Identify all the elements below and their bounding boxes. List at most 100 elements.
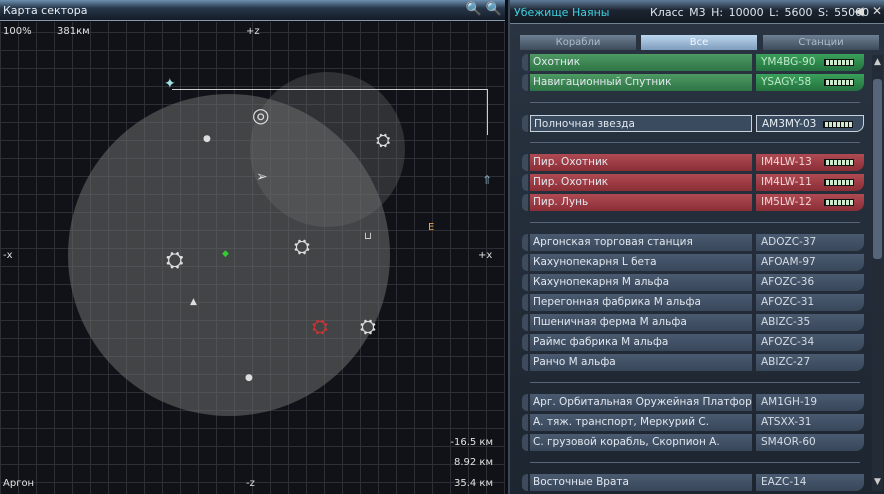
list-item[interactable]: Пир. Лунь IM5LW-12 [522, 194, 866, 211]
list-item[interactable]: А. тяж. транспорт, Меркурий С. ATSXX-31 [522, 414, 866, 431]
object-name: Кахунопекарня M альфа [530, 274, 752, 291]
station-icon[interactable]: ⛭ [166, 250, 184, 272]
object-id: ABIZC-27 [756, 354, 864, 371]
list-item[interactable]: Кахунопекарня M альфа AFOZC-36 [522, 274, 866, 291]
zoom-in-icon[interactable]: 🔍 [465, 1, 483, 19]
object-id: SM4OR-60 [756, 434, 864, 451]
object-list-panel: Убежище Наяны Класс M3 H: 10000 L: 5600 … [508, 0, 884, 494]
hull-status-bar [824, 199, 854, 206]
ship-icon[interactable]: ● [245, 374, 253, 383]
station-icon[interactable]: ⛭ [376, 132, 390, 150]
hull-status-bar [824, 179, 854, 186]
object-name: Охотник [530, 54, 752, 71]
coord-x: -16.5 км [450, 437, 493, 448]
object-id-text: IM5LW-12 [761, 196, 812, 208]
object-id-text: AM3MY-03 [762, 118, 817, 130]
player-ship-icon: ➢ [256, 169, 268, 185]
object-id-text: AFOZC-34 [761, 336, 815, 348]
map-titlebar: Карта сектора 🔍 🔍 [0, 0, 505, 21]
tab-stations[interactable]: Станции [763, 35, 879, 50]
list-item[interactable]: Кахунопекарня L бета AFOAM-97 [522, 254, 866, 271]
list-item[interactable]: С. грузовой корабль, Скорпион А. SM4OR-60 [522, 434, 866, 451]
zoom-out-icon[interactable]: 🔍 [485, 1, 503, 19]
object-name: Пир. Охотник [530, 174, 752, 191]
list-item[interactable]: Восточные Врата EAZC-14 [522, 474, 866, 491]
station-icon[interactable]: ⛭ [294, 236, 310, 256]
gate-marker-icon: ⇑ [482, 173, 493, 187]
object-name: Перегонная фабрика M альфа [530, 294, 752, 311]
ship-icon[interactable]: ◆ [222, 250, 229, 259]
map-scale: 381км [57, 26, 90, 37]
list-item[interactable]: Арг. Орбитальная Оружейная Платфор... AM1… [522, 394, 866, 411]
list-item[interactable]: Пшеничная ферма M альфа ABIZC-35 [522, 314, 866, 331]
zoom-level: 100% [3, 26, 32, 37]
hull-status-bar [824, 59, 854, 66]
close-icon[interactable]: ✕ [868, 2, 884, 20]
object-name: С. грузовой корабль, Скорпион А. [530, 434, 752, 451]
object-id-text: ADOZC-37 [761, 236, 817, 248]
list-item[interactable]: Ранчо M альфа ABIZC-27 [522, 354, 866, 371]
object-id: AM3MY-03 [756, 115, 864, 132]
object-name: Кахунопекарня L бета [530, 254, 752, 271]
divider [530, 142, 860, 143]
scrollbar-thumb[interactable] [873, 79, 882, 259]
object-name: Арг. Орбитальная Оружейная Платфор... [530, 394, 752, 411]
station-icon[interactable]: ◎ [252, 105, 269, 125]
station-icon[interactable]: ⛭ [360, 316, 376, 336]
tab-ships[interactable]: Корабли [520, 35, 636, 50]
coord-y: 8.92 км [453, 457, 493, 468]
object-id: AM1GH-19 [756, 394, 864, 411]
axis-bottom: -z [246, 478, 255, 489]
object-id: AFOZC-34 [756, 334, 864, 351]
satellite-icon[interactable]: ⊔ [364, 232, 372, 242]
object-id: AFOZC-36 [756, 274, 864, 291]
ship-info: Класс M3 H: 10000 L: 5600 S: 55000 [650, 6, 870, 19]
map-grid[interactable]: ✦ ◎ ⛭ ➢ ⛭ ◆ ⛭ ⊔ ⛭ ⛭ ▲ ● ● ⇑ [0, 22, 505, 494]
object-id-text: AFOZC-31 [761, 296, 815, 308]
ship-icon[interactable]: ✦ [164, 77, 176, 91]
list-item[interactable]: Охотник YM4BG-90 [522, 54, 866, 71]
sector-map-panel: Карта сектора 🔍 🔍 ✦ ◎ ⛭ ➢ ⛭ ◆ ⛭ ⊔ ⛭ ⛭ ▲ … [0, 0, 505, 494]
divider [530, 462, 860, 463]
list-item[interactable]: Полночная звезда AM3MY-03 [522, 115, 866, 132]
pirate-ship-icon[interactable]: ⛭ [312, 316, 328, 336]
object-id: IM4LW-11 [756, 174, 864, 191]
ship-icon[interactable]: ● [203, 135, 211, 144]
object-name: Раймс фабрика M альфа [530, 334, 752, 351]
coord-z: 35.4 км [453, 478, 493, 489]
list-item[interactable]: Навигационный Спутник YSAGY-58 [522, 74, 866, 91]
scroll-down-icon[interactable]: ▼ [872, 477, 883, 489]
gate-label: E [428, 222, 435, 233]
tab-all[interactable]: Все [641, 35, 757, 50]
list-item[interactable]: Перегонная фабрика M альфа AFOZC-31 [522, 294, 866, 311]
row-handle [522, 254, 528, 271]
row-handle [522, 414, 528, 431]
list-item[interactable]: Аргонская торговая станция ADOZC-37 [522, 234, 866, 251]
object-id-text: SM4OR-60 [761, 436, 816, 448]
panel-titlebar: Убежище Наяны Класс M3 H: 10000 L: 5600 … [510, 0, 884, 24]
row-handle [522, 354, 528, 371]
map-title: Карта сектора [3, 4, 88, 17]
divider [530, 102, 860, 103]
object-id-text: IM4LW-13 [761, 156, 812, 168]
list-item[interactable]: Пир. Охотник IM4LW-13 [522, 154, 866, 171]
sound-icon[interactable]: ◀ [850, 2, 868, 20]
list-item[interactable]: Раймс фабрика M альфа AFOZC-34 [522, 334, 866, 351]
row-handle [522, 54, 528, 71]
scrollbar[interactable]: ▲ ▼ [872, 55, 883, 491]
object-id-text: YSAGY-58 [761, 76, 812, 88]
row-handle [522, 174, 528, 191]
scroll-up-icon[interactable]: ▲ [872, 57, 883, 69]
panel-title: Убежище Наяны [514, 6, 610, 19]
object-id: AFOZC-31 [756, 294, 864, 311]
object-id-text: ABIZC-35 [761, 316, 811, 328]
list-item[interactable]: Пир. Охотник IM4LW-11 [522, 174, 866, 191]
object-name: Полночная звезда [530, 115, 752, 132]
row-handle [522, 394, 528, 411]
row-handle [522, 474, 528, 491]
object-id-text: YM4BG-90 [761, 56, 816, 68]
row-handle [522, 115, 528, 132]
row-handle [522, 154, 528, 171]
ship-icon[interactable]: ▲ [190, 298, 197, 307]
row-handle [522, 194, 528, 211]
